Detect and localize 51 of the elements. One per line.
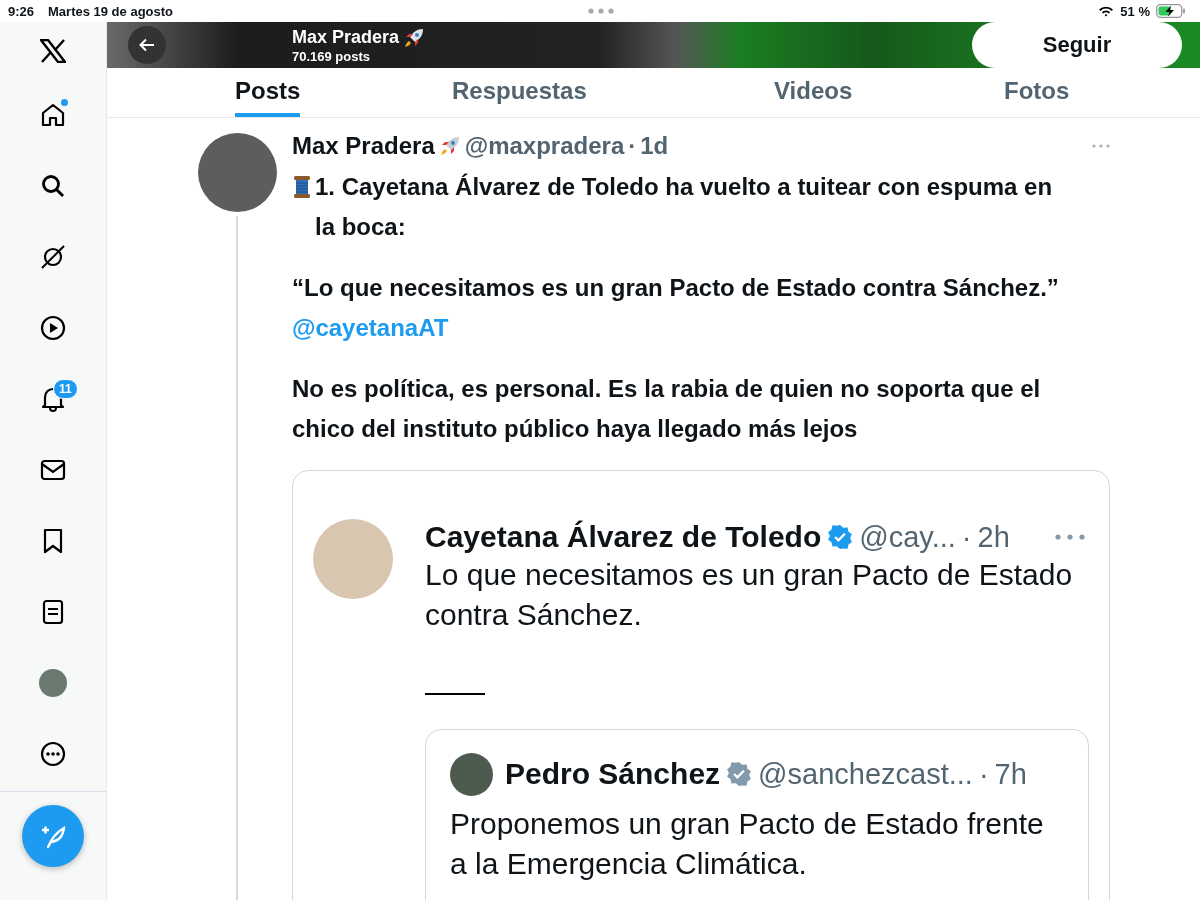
- quoted-post-card[interactable]: [292, 470, 1110, 900]
- more-options-icon[interactable]: [1055, 534, 1085, 540]
- rocket-icon: [438, 135, 461, 157]
- nested-quoted-post-card[interactable]: Pedro Sánchez @sanchezcast... · 7h Proponemos un gran Pacto de Estado frente a la Emergencia Climática.: [425, 729, 1089, 900]
- author-handle[interactable]: @maxpradera: [464, 132, 625, 160]
- status-time: 9:26: [8, 3, 35, 19]
- list-document-icon[interactable]: [42, 598, 64, 625]
- battery-percentage: 51 %: [1120, 3, 1150, 19]
- quoted-author-handle[interactable]: @cay...: [859, 520, 956, 554]
- profile-tab[interactable]: Posts: [235, 68, 301, 117]
- nested-author-handle[interactable]: @sanchezcast...: [758, 757, 973, 791]
- author-name[interactable]: Max Pradera: [292, 132, 435, 160]
- back-arrow-icon: [139, 38, 155, 52]
- bookmark-icon[interactable]: [43, 527, 63, 554]
- rocket-icon: [403, 26, 426, 49]
- back-button[interactable]: [128, 26, 166, 64]
- profile-name: Max Pradera: [292, 27, 400, 48]
- post-text: 1. Cayetana Álvarez de Toledo ha vuelto a tuitear con espuma en la boca:: [315, 172, 1054, 242]
- x-logo-icon[interactable]: [40, 39, 66, 63]
- slashed-circle-icon[interactable]: [40, 243, 66, 270]
- nested-post-time: 7h: [994, 757, 1027, 791]
- separator-dot: ·: [961, 520, 972, 554]
- thread-spool-icon: [292, 175, 312, 199]
- more-icon[interactable]: [40, 740, 66, 767]
- wifi-icon: [1098, 5, 1115, 17]
- home-icon[interactable]: [40, 101, 66, 128]
- separator-dot: ·: [978, 757, 989, 791]
- post-text: No es política, es personal. Es la rabia de quien no soporta que el chico del instituto público haya llegado más lejos: [292, 374, 1042, 444]
- nested-author-avatar[interactable]: [450, 752, 493, 796]
- multitasking-dots-icon[interactable]: [588, 8, 614, 14]
- search-icon[interactable]: [41, 173, 65, 198]
- quoted-post-time: 2h: [977, 520, 1010, 554]
- status-date: Martes 19 de agosto: [48, 3, 174, 19]
- envelope-icon[interactable]: [40, 458, 66, 481]
- post-text: “Lo que necesitamos es un gran Pacto de Estado contra Sánchez.”: [292, 273, 1060, 303]
- quoted-author-name[interactable]: Cayetana Álvarez de Toledo: [425, 520, 822, 554]
- profile-tab[interactable]: Respuestas: [452, 68, 587, 117]
- nested-post-text: Proponemos un gran Pacto de Estado frente a la Emergencia Climática.: [450, 806, 1045, 882]
- post-count: 70.169 posts: [292, 48, 372, 64]
- play-icon[interactable]: [40, 314, 66, 341]
- post-time: 1d: [640, 132, 669, 160]
- profile-tab[interactable]: Videos: [774, 68, 853, 117]
- nested-author-name[interactable]: Pedro Sánchez: [505, 757, 721, 791]
- profile-tab[interactable]: Fotos: [1004, 68, 1070, 117]
- battery-charging-icon: [1156, 4, 1186, 18]
- compose-post-button[interactable]: [22, 805, 84, 867]
- quoted-post-text: Lo que necesitamos es un gran Pacto de Estado contra Sánchez.: [425, 557, 1074, 633]
- follow-button[interactable]: Seguir: [972, 22, 1182, 68]
- separator-dot: ·: [628, 132, 637, 160]
- notification-count: 11: [53, 379, 78, 399]
- profile-avatar[interactable]: [39, 668, 67, 697]
